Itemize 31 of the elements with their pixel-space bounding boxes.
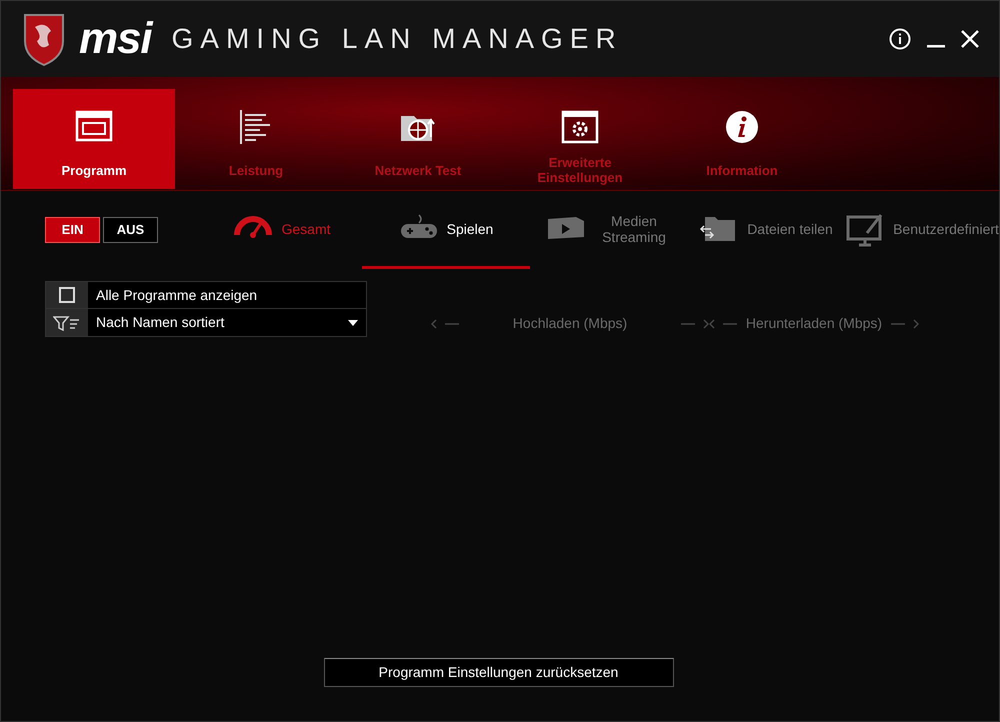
left-arrow-icon <box>709 318 739 328</box>
mode-tab[interactable]: Spielen <box>362 191 530 269</box>
right-arrow-icon <box>889 318 919 328</box>
mode-tab[interactable]: Benutzerdefiniert <box>842 191 1000 269</box>
sort-dropdown[interactable]: Nach Namen sortiert <box>88 309 366 336</box>
off-option[interactable]: AUS <box>103 217 158 243</box>
mode-tab[interactable]: Medien Streaming <box>530 191 690 269</box>
filter-sort-icon <box>53 314 81 330</box>
brand-logo: msi <box>79 17 152 61</box>
window-title: GAMING LAN MANAGER <box>172 25 623 53</box>
dropdown-caret-icon[interactable] <box>348 320 358 326</box>
mode-tab[interactable]: Dateien teilen <box>690 191 842 269</box>
on-option[interactable]: EIN <box>45 217 100 243</box>
main-tab[interactable]: Leistung <box>175 89 337 189</box>
main-tab[interactable]: Netzwerk Test <box>337 89 499 189</box>
power-toggle[interactable]: EIN AUS <box>45 217 158 243</box>
main-tab[interactable]: Information <box>661 89 823 189</box>
minimize-icon[interactable] <box>927 45 945 49</box>
info-icon[interactable] <box>889 28 911 50</box>
show-all-label: Alle Programme anzeigen <box>88 282 366 308</box>
right-arrow-icon <box>679 318 709 328</box>
show-all-checkbox[interactable] <box>59 287 75 303</box>
mode-tab[interactable]: Gesamt <box>202 191 362 269</box>
dragon-shield-icon <box>21 11 67 67</box>
column-header: Hochladen (Mbps) <box>512 314 628 333</box>
left-arrow-icon <box>431 318 461 328</box>
main-tab[interactable]: Programm <box>13 89 175 189</box>
main-tab[interactable]: Erweiterte Einstellungen <box>499 89 661 189</box>
close-icon[interactable] <box>961 30 979 48</box>
reset-settings-button[interactable]: Programm Einstellungen zurücksetzen <box>324 658 674 687</box>
column-header: Herunterladen (Mbps) <box>745 314 883 333</box>
